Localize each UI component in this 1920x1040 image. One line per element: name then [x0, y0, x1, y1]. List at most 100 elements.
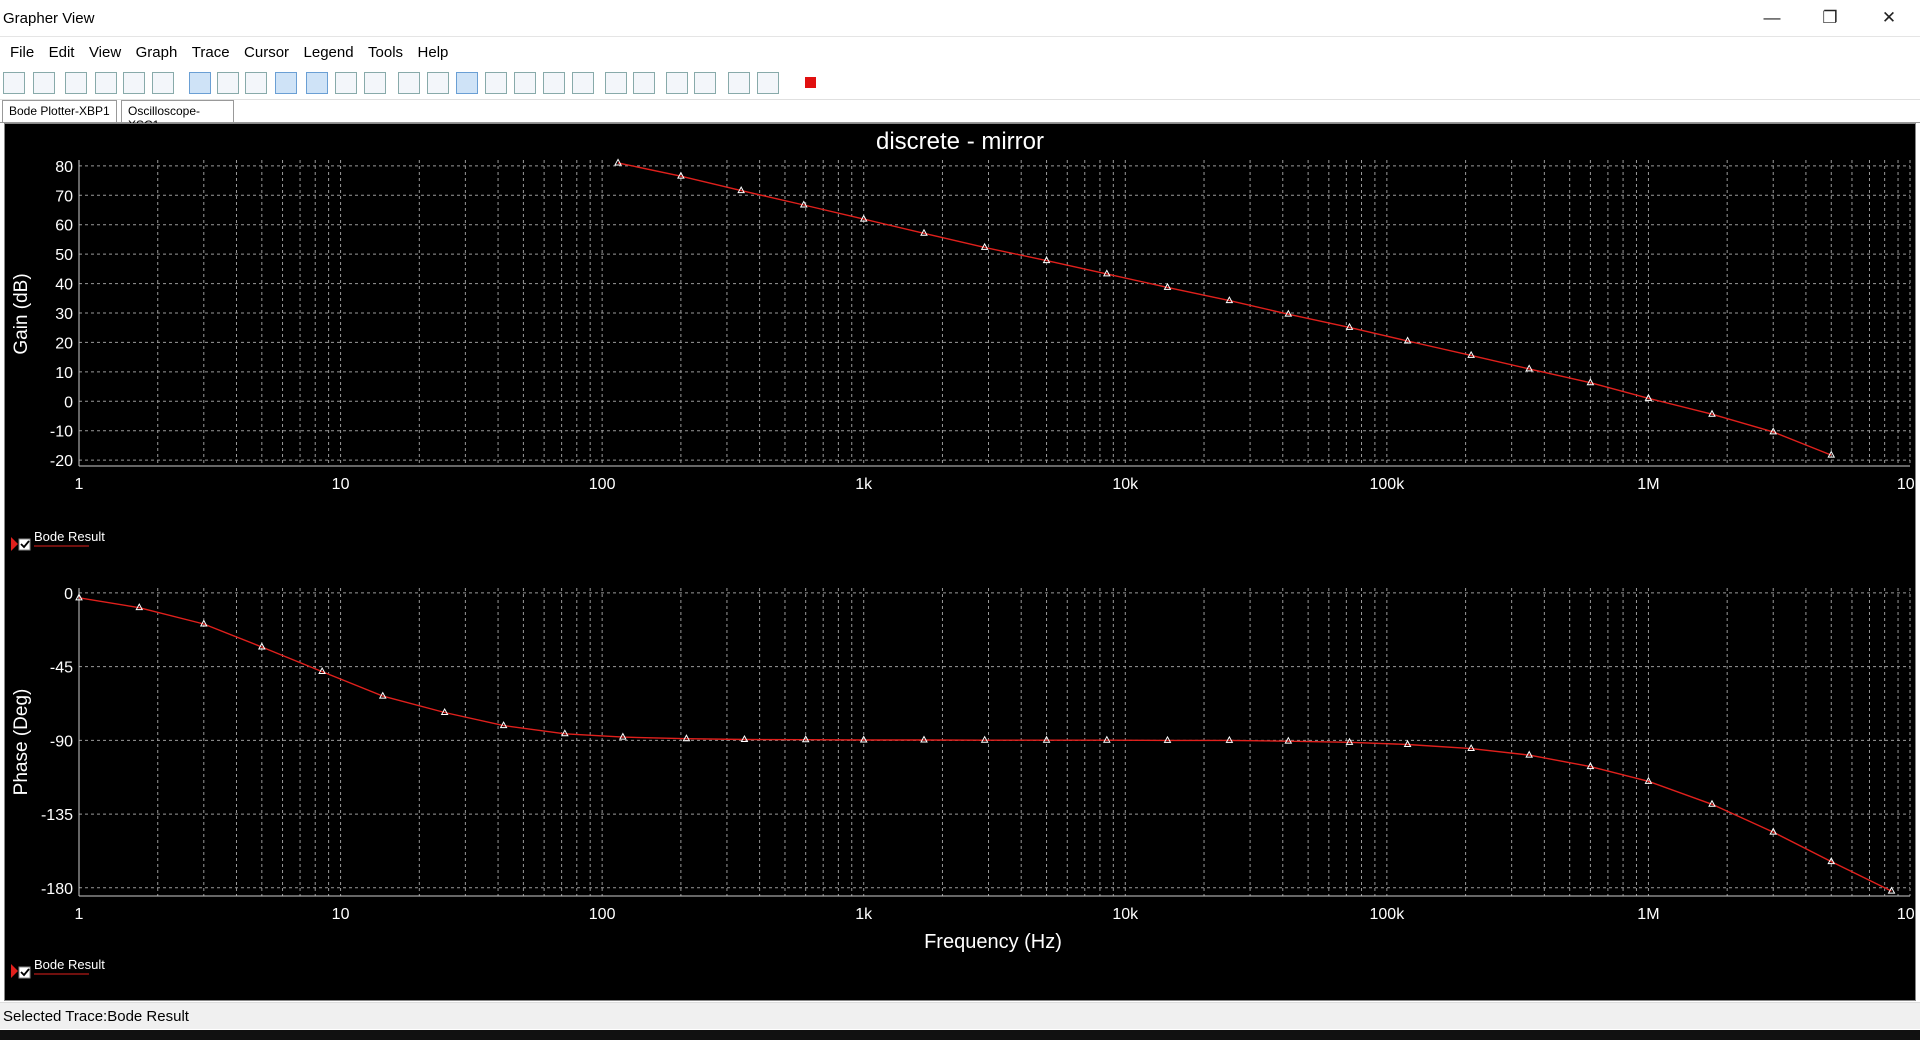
x-tick-label: 1M — [1637, 906, 1659, 923]
marker-icon[interactable] — [633, 72, 655, 94]
y-tick-label: 30 — [55, 306, 73, 323]
y-tick-label: 0 — [64, 586, 73, 603]
series-line-bode-result[interactable] — [79, 597, 1892, 892]
zoom-in-icon[interactable] — [398, 72, 420, 94]
status-bar: Selected Trace:Bode Result — [0, 1002, 1920, 1029]
zoom-out-icon[interactable] — [427, 72, 449, 94]
menu-legend[interactable]: Legend — [299, 38, 359, 61]
menu-graph[interactable]: Graph — [131, 38, 183, 61]
x-tick-label: 1M — [1637, 476, 1659, 493]
zoom-y-icon[interactable] — [543, 72, 565, 94]
legend-marker-icon — [11, 537, 18, 551]
x-tick-label: 100 — [589, 906, 616, 923]
y-tick-label: 70 — [55, 188, 73, 205]
close-button[interactable]: ✕ — [1860, 0, 1918, 36]
text-icon[interactable] — [605, 72, 627, 94]
y-tick-label: 20 — [55, 335, 73, 352]
x-tick-label: 100k — [1370, 476, 1406, 493]
open-icon[interactable] — [3, 72, 25, 94]
data-point-marker — [920, 735, 928, 743]
x-tick-label: 10k — [1112, 476, 1139, 493]
y-tick-label: -90 — [50, 733, 73, 750]
data-point-marker — [1102, 735, 1111, 743]
phase-legend-label: Bode Result — [34, 957, 105, 972]
menu-view[interactable]: View — [84, 38, 126, 61]
tab-oscilloscope[interactable]: Oscilloscope-XSC1 — [121, 100, 234, 132]
menu-tools[interactable]: Tools — [363, 38, 408, 61]
legend-icon[interactable] — [217, 72, 239, 94]
series-line-bode-result[interactable] — [617, 162, 1832, 456]
copy-icon[interactable] — [123, 72, 145, 94]
x-tick-label: 10M — [1897, 476, 1915, 493]
y-tick-label: 40 — [55, 277, 73, 294]
y-tick-label: 0 — [64, 394, 73, 411]
dots-icon[interactable] — [335, 72, 357, 94]
y-tick-label: 50 — [55, 247, 73, 264]
print-icon[interactable] — [757, 72, 779, 94]
phase-y-axis-label: Phase (Deg) — [11, 689, 32, 796]
trace-dots-icon[interactable] — [364, 72, 386, 94]
pan-icon[interactable] — [572, 72, 594, 94]
x-tick-label: 10 — [332, 906, 350, 923]
menu-file[interactable]: File — [0, 38, 39, 61]
data-point-marker — [1163, 735, 1172, 743]
y-tick-label: -20 — [50, 453, 73, 470]
zoom-x-icon[interactable] — [514, 72, 536, 94]
grid-icon[interactable] — [189, 72, 211, 94]
cursor-icon[interactable] — [666, 72, 688, 94]
status-text: Selected Trace:Bode Result — [3, 1008, 189, 1025]
title-bar: Grapher View — ❐ ✕ — [0, 0, 1920, 37]
menu-trace[interactable]: Trace — [187, 38, 235, 61]
menu-help[interactable]: Help — [413, 38, 454, 61]
gain-panel: 80706050403020100-10-201 10 100 1k 10k 100k 1M… — [50, 158, 1920, 493]
x-tick-label: 1k — [855, 906, 873, 923]
tab-strip: Bode Plotter-XBP1 Oscilloscope-XSC1 — [0, 100, 1920, 132]
gain-legend-label: Bode Result — [34, 529, 105, 544]
tab-bode-plotter[interactable]: Bode Plotter-XBP1 — [2, 100, 117, 122]
undo-icon[interactable] — [65, 72, 87, 94]
cut-icon[interactable] — [95, 72, 117, 94]
toolbar — [0, 67, 1920, 100]
y-tick-label: -45 — [50, 660, 73, 677]
x-tick-label: 1 — [75, 476, 84, 493]
menu-bar: File Edit View Graph Trace Cursor Legend… — [0, 38, 1920, 66]
print-preview-icon[interactable] — [728, 72, 750, 94]
save-icon[interactable] — [33, 72, 55, 94]
taskbar — [0, 1030, 1920, 1040]
trace-icon[interactable] — [306, 72, 328, 94]
chart-title: discrete - mirror — [876, 128, 1044, 155]
overlay-icon[interactable] — [275, 72, 297, 94]
y-tick-label: -10 — [50, 424, 73, 441]
properties-icon[interactable] — [245, 72, 267, 94]
data-point-marker — [1403, 739, 1412, 747]
data-point-marker — [1225, 735, 1234, 743]
y-tick-label: -135 — [41, 807, 73, 824]
phase-panel: 0 -45 -90 -135 -1801 10 100 1k 10k 100k 1M 10M — [41, 586, 1920, 923]
y-tick-label: 80 — [55, 159, 73, 176]
x-tick-label: 10 — [332, 476, 350, 493]
x-tick-label: 10k — [1112, 906, 1139, 923]
paste-icon[interactable] — [152, 72, 174, 94]
x-tick-label: 10M — [1897, 906, 1915, 923]
menu-cursor[interactable]: Cursor — [239, 38, 294, 61]
x-tick-label: 1k — [855, 476, 873, 493]
window-title: Grapher View — [3, 10, 95, 27]
x-tick-label: 100 — [589, 476, 616, 493]
x-tick-label: 100k — [1370, 906, 1406, 923]
stop-icon[interactable] — [800, 72, 822, 94]
gain-y-axis-label: Gain (dB) — [11, 273, 32, 354]
y-tick-label: 60 — [55, 218, 73, 235]
x-axis-label: Frequency (Hz) — [924, 931, 1062, 953]
restore-button[interactable]: ❐ — [1801, 0, 1859, 36]
x-tick-label: 1 — [75, 906, 84, 923]
zoom-fit-icon[interactable] — [485, 72, 507, 94]
bode-plot-svg: discrete - mirror 80706050403020100-10-2… — [11, 128, 1920, 979]
data-point-marker — [980, 735, 989, 743]
menu-edit[interactable]: Edit — [44, 38, 80, 61]
phase-legend[interactable]: Bode Result — [11, 957, 105, 979]
plot-area[interactable]: discrete - mirror 80 70 60 50 40 30 20 10 0 -10 -2… — [4, 123, 1920, 1001]
zoom-area-icon[interactable] — [456, 72, 478, 94]
gain-legend[interactable]: Bode Result — [11, 529, 105, 551]
minimize-button[interactable]: — — [1743, 0, 1801, 36]
export-icon[interactable] — [694, 72, 716, 94]
